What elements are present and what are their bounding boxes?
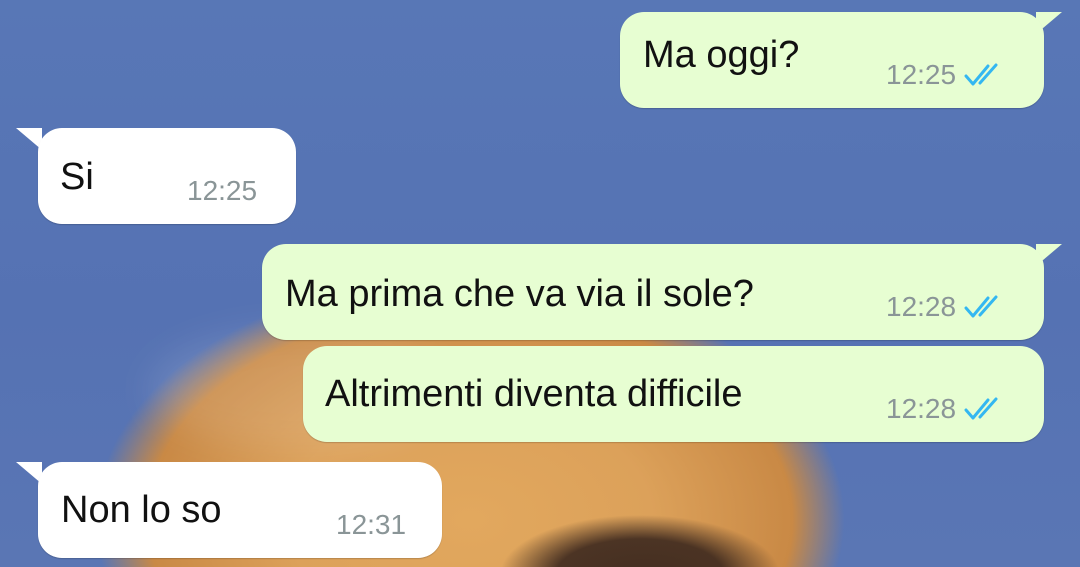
- incoming-message-bubble[interactable]: Si 12:25: [38, 128, 296, 224]
- message-time: 12:28: [886, 393, 957, 424]
- incoming-message-bubble[interactable]: Non lo so 12:31: [38, 462, 442, 558]
- outgoing-message-bubble[interactable]: Altrimenti diventa difficile 12:28: [303, 346, 1044, 442]
- message-text: Altrimenti diventa difficile: [325, 373, 743, 415]
- message-text: Non lo so: [61, 489, 222, 531]
- message-time: 12:25: [187, 175, 258, 206]
- read-double-check-icon: [964, 295, 998, 318]
- message-meta: 12:25: [886, 61, 1006, 89]
- outgoing-message-bubble[interactable]: Ma oggi? 12:25: [620, 12, 1044, 108]
- read-double-check-icon: [964, 63, 998, 86]
- message-time: 12:31: [336, 509, 407, 540]
- message-time: 12:25: [886, 59, 957, 90]
- message-time: 12:28: [886, 291, 957, 322]
- message-meta: 12:28: [886, 293, 1006, 321]
- message-meta: 12:28: [886, 395, 1006, 423]
- message-text: Ma prima che va via il sole?: [285, 273, 754, 315]
- outgoing-message-bubble[interactable]: Ma prima che va via il sole? 12:28: [262, 244, 1044, 340]
- message-text: Ma oggi?: [643, 34, 800, 76]
- message-text: Si: [60, 156, 94, 198]
- message-meta: 12:25: [187, 177, 257, 205]
- message-meta: 12:31: [336, 511, 406, 539]
- read-double-check-icon: [964, 397, 998, 420]
